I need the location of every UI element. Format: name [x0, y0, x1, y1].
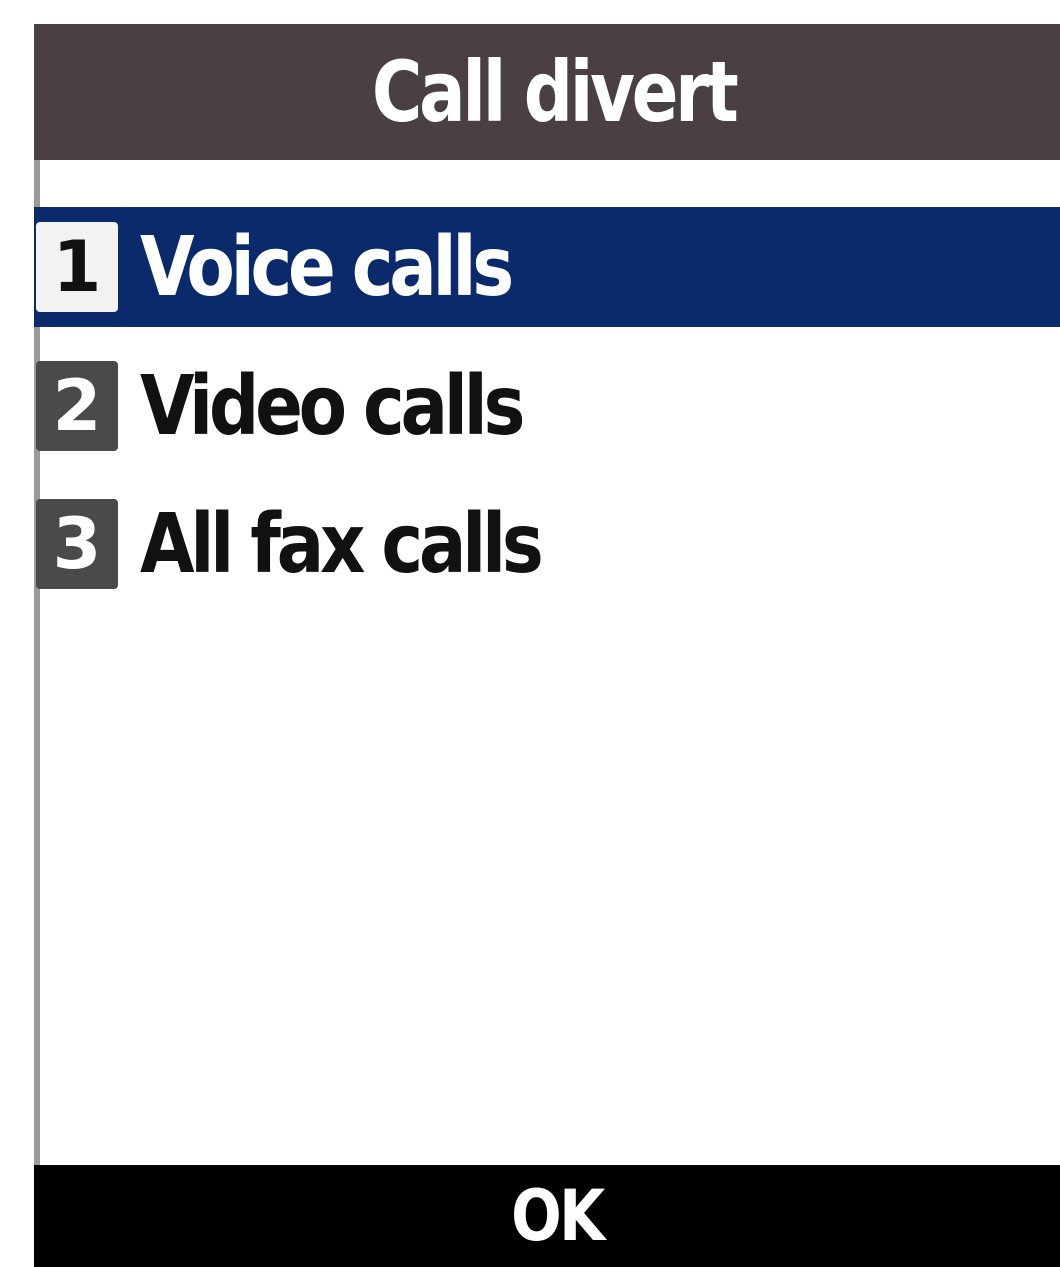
menu-item-label: Voice calls: [140, 219, 514, 315]
menu-item-all-fax-calls[interactable]: 3 All fax calls: [34, 484, 1060, 604]
page-title: Call divert: [372, 43, 739, 141]
item-number-badge: 1: [36, 222, 118, 312]
menu-item-label: Video calls: [140, 358, 526, 454]
ok-softkey[interactable]: OK: [511, 1175, 605, 1257]
item-number-badge: 3: [36, 499, 118, 589]
menu-item-video-calls[interactable]: 2 Video calls: [34, 346, 1060, 466]
menu-item-label: All fax calls: [140, 496, 544, 592]
phone-screen: Call divert 1 Voice calls 2 Video calls …: [0, 0, 1060, 1267]
menu-item-voice-calls[interactable]: 1 Voice calls: [34, 207, 1060, 327]
screen-bezel: [0, 0, 34, 1267]
item-number-badge: 2: [36, 361, 118, 451]
menu-list: 1 Voice calls 2 Video calls 3 All fax ca…: [34, 160, 1060, 1165]
softkey-bar: OK: [34, 1165, 1060, 1267]
title-bar: Call divert: [34, 24, 1060, 160]
